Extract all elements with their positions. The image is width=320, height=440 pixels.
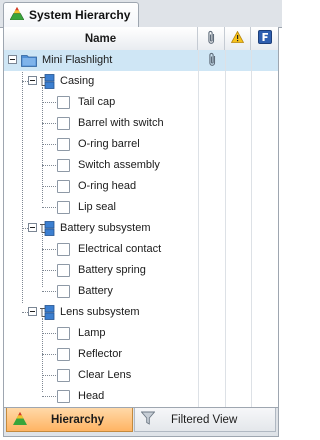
- subsystem-icon: [39, 74, 55, 92]
- collapse-toggle[interactable]: [28, 76, 37, 85]
- component-checkbox[interactable]: [57, 117, 70, 130]
- hierarchy-tab-label: Hierarchy: [51, 413, 105, 426]
- tree-row-component[interactable]: Electrical contact: [4, 239, 278, 260]
- tree-label: Reflector: [78, 348, 123, 360]
- tree-row-component[interactable]: Battery: [4, 281, 278, 302]
- subsystem-icon: [39, 305, 55, 323]
- tree-row-component[interactable]: Lip seal: [4, 197, 278, 218]
- attachment-cell[interactable]: [198, 50, 225, 71]
- pyramid-icon: [13, 411, 27, 428]
- bottom-tab-strip: Hierarchy Filtered View: [3, 408, 279, 437]
- component-checkbox[interactable]: [57, 243, 70, 256]
- f-icon: [257, 30, 272, 47]
- tree-label: Mini Flashlight: [42, 54, 113, 66]
- component-checkbox[interactable]: [57, 285, 70, 298]
- component-checkbox[interactable]: [57, 327, 70, 340]
- paperclip-icon: [207, 30, 216, 48]
- tree-row-component[interactable]: Battery spring: [4, 260, 278, 281]
- tree-row-battery-subsystem[interactable]: Battery subsystem: [4, 218, 278, 239]
- attachment-column-header[interactable]: [198, 27, 225, 50]
- tree-label: O-ring barrel: [78, 138, 140, 150]
- tree-row-component[interactable]: Reflector: [4, 344, 278, 365]
- tree-row-casing[interactable]: Casing: [4, 71, 278, 92]
- collapse-toggle[interactable]: [28, 307, 37, 316]
- tree-label: Battery spring: [78, 264, 146, 276]
- tree-label: Lens subsystem: [60, 306, 140, 318]
- tree-label: Lip seal: [78, 201, 116, 213]
- component-checkbox[interactable]: [57, 96, 70, 109]
- folder-icon: [21, 53, 37, 70]
- component-checkbox[interactable]: [57, 348, 70, 361]
- component-checkbox[interactable]: [57, 264, 70, 277]
- tree-label: Head: [78, 390, 105, 402]
- tree-row-component[interactable]: Barrel with switch: [4, 113, 278, 134]
- tree-row-component[interactable]: Head: [4, 386, 278, 407]
- component-checkbox[interactable]: [57, 180, 70, 193]
- tree-label: Battery subsystem: [60, 222, 151, 234]
- filtered-view-tab[interactable]: Filtered View: [134, 408, 276, 432]
- pyramid-icon: [9, 7, 25, 23]
- component-checkbox[interactable]: [57, 138, 70, 151]
- tree-row-lens-subsystem[interactable]: Lens subsystem: [4, 302, 278, 323]
- paperclip-icon: [208, 52, 217, 70]
- tree-label: Switch assembly: [78, 159, 160, 171]
- tree-label: Electrical contact: [78, 243, 162, 255]
- hierarchy-grid: Name Mini Flashlight Casing Tail cap Bar…: [3, 27, 279, 408]
- flag-column-header[interactable]: [251, 27, 278, 50]
- hierarchy-tab[interactable]: Hierarchy: [6, 408, 133, 432]
- tree-row-component[interactable]: Lamp: [4, 323, 278, 344]
- component-checkbox[interactable]: [57, 390, 70, 403]
- warning-icon: [230, 30, 245, 46]
- tree-label: Battery: [78, 285, 113, 297]
- window-title: System Hierarchy: [29, 8, 131, 22]
- tree-label: O-ring head: [78, 180, 137, 192]
- title-tab-strip: System Hierarchy: [0, 0, 282, 28]
- filter-icon: [140, 411, 156, 428]
- component-checkbox[interactable]: [57, 159, 70, 172]
- grid-header: Name: [4, 27, 278, 51]
- subsystem-icon: [39, 221, 55, 239]
- name-column-header[interactable]: Name: [4, 27, 198, 50]
- tree-row-component[interactable]: O-ring barrel: [4, 134, 278, 155]
- component-checkbox[interactable]: [57, 369, 70, 382]
- tree-row-component[interactable]: Tail cap: [4, 92, 278, 113]
- tree-label: Barrel with switch: [78, 117, 164, 129]
- collapse-toggle[interactable]: [28, 223, 37, 232]
- filtered-view-tab-label: Filtered View: [171, 413, 238, 426]
- system-hierarchy-window: System Hierarchy Name Mini Flashlight Ca…: [0, 0, 282, 440]
- tree-row-component[interactable]: Switch assembly: [4, 155, 278, 176]
- tree-label: Tail cap: [78, 96, 116, 108]
- tree-row-mini-flashlight[interactable]: Mini Flashlight: [4, 50, 278, 71]
- tree-row-component[interactable]: O-ring head: [4, 176, 278, 197]
- tree-row-component[interactable]: Clear Lens: [4, 365, 278, 386]
- tree-label: Casing: [60, 75, 95, 87]
- collapse-toggle[interactable]: [8, 55, 17, 64]
- tree-label: Clear Lens: [78, 369, 132, 381]
- warning-column-header[interactable]: [225, 27, 251, 50]
- system-hierarchy-tab[interactable]: System Hierarchy: [3, 2, 140, 27]
- tree-label: Lamp: [78, 327, 106, 339]
- component-checkbox[interactable]: [57, 201, 70, 214]
